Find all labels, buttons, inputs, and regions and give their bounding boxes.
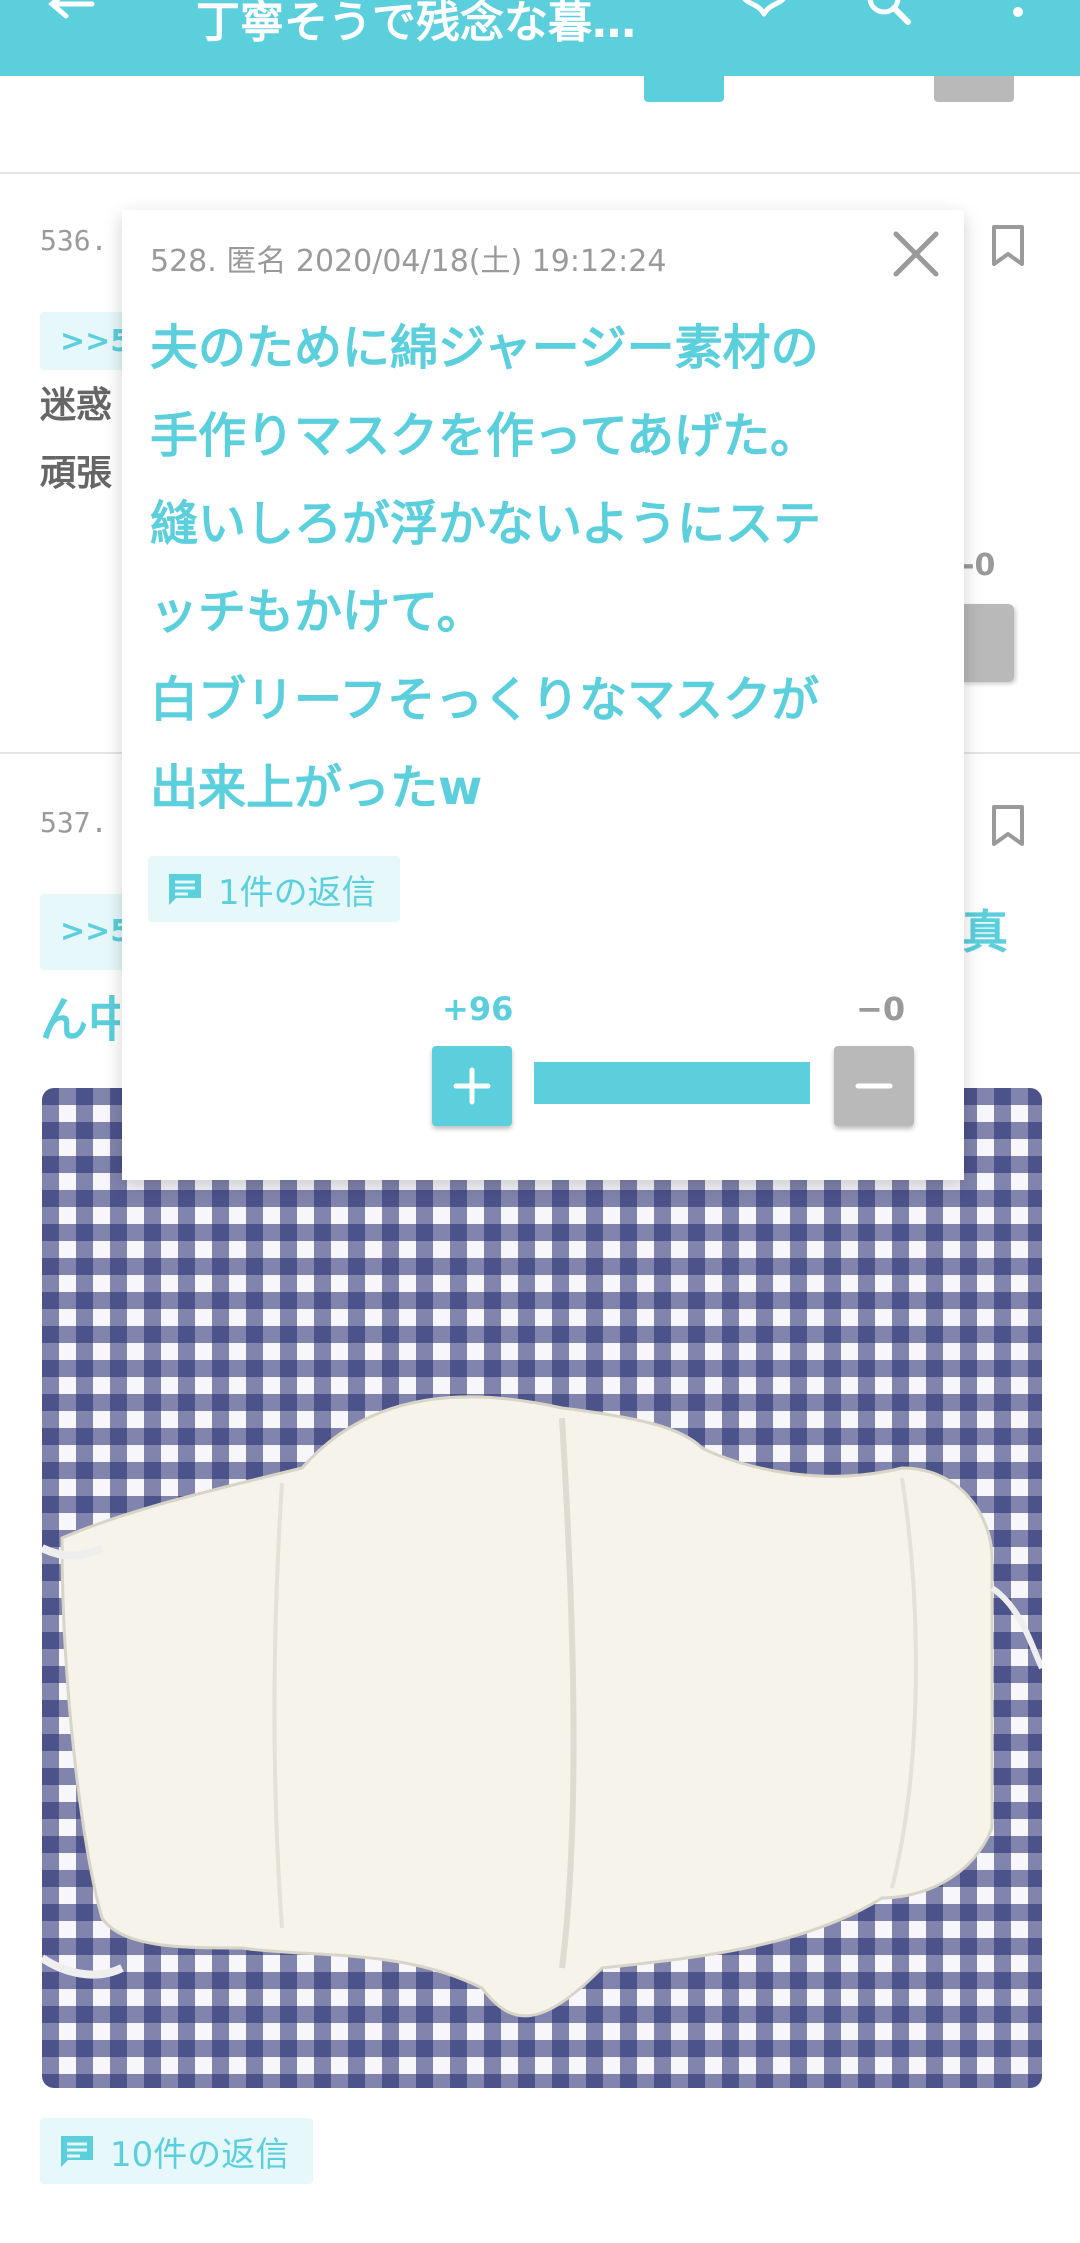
post-number: 536.	[40, 224, 108, 257]
post-body-line: 迷惑	[40, 385, 113, 426]
post-image[interactable]	[42, 1088, 1042, 2088]
minus-count: -0	[962, 548, 996, 583]
thread-title: 丁寧そうで残念な暮…	[196, 0, 636, 46]
quoted-post-popup: 528. 匿名 2020/04/18(土) 19:12:24 夫のために綿ジャー…	[122, 210, 964, 1180]
search-icon[interactable]	[862, 0, 918, 46]
post-body-line: 頑張	[40, 453, 113, 494]
replies-label: 1件の返信	[218, 872, 376, 913]
minus-button[interactable]	[834, 1046, 914, 1126]
heart-outline-icon[interactable]	[736, 0, 792, 50]
more-vert-icon[interactable]	[1000, 0, 1036, 48]
post-meta: 528. 匿名 2020/04/18(土) 19:12:24	[150, 244, 667, 279]
replies-label: 10件の返信	[110, 2134, 290, 2175]
minus-button[interactable]	[962, 604, 1014, 682]
plus-button[interactable]	[432, 1046, 512, 1126]
post-body-line: ッチもかけて。	[150, 584, 485, 640]
plus-icon	[453, 1067, 491, 1105]
post-body-line: 出来上がったw	[150, 760, 483, 816]
bookmark-outline-icon[interactable]	[990, 224, 1026, 268]
post-number: 537.	[40, 806, 108, 839]
minus-icon	[855, 1083, 893, 1089]
arrow-left-icon[interactable]	[40, 0, 104, 64]
post-body-line: 白ブリーフそっくりなマスクが	[150, 672, 820, 728]
app-bar: 丁寧そうで残念な暮…	[0, 0, 1080, 76]
bookmark-outline-icon[interactable]	[990, 804, 1026, 848]
vote-ratio-bar	[534, 1062, 810, 1104]
post-body: 夫のために綿ジャージー素材の 手作りマスクを作ってあげた。 縫いしろが浮かないよ…	[150, 304, 940, 832]
post-body-line: 手作りマスクを作ってあげた。	[150, 408, 819, 464]
replies-button[interactable]: 1件の返信	[148, 856, 400, 922]
minus-count: −0	[856, 990, 906, 1028]
post-body-line: 夫のために綿ジャージー素材の	[150, 320, 819, 376]
post-divider	[0, 172, 1080, 174]
replies-button[interactable]: 10件の返信	[40, 2118, 314, 2184]
anchor-link[interactable]: >>5	[40, 894, 130, 970]
post-body-char: 真	[962, 905, 1008, 959]
post-body-line: ん中	[40, 992, 120, 1048]
post-body-line: 縫いしろが浮かないようにステ	[150, 496, 822, 552]
plus-count: +96	[442, 990, 514, 1028]
chat-icon	[61, 2136, 93, 2167]
mask-photo-illustration	[42, 1395, 1042, 2018]
chat-icon	[169, 874, 201, 905]
close-icon[interactable]	[890, 228, 942, 280]
